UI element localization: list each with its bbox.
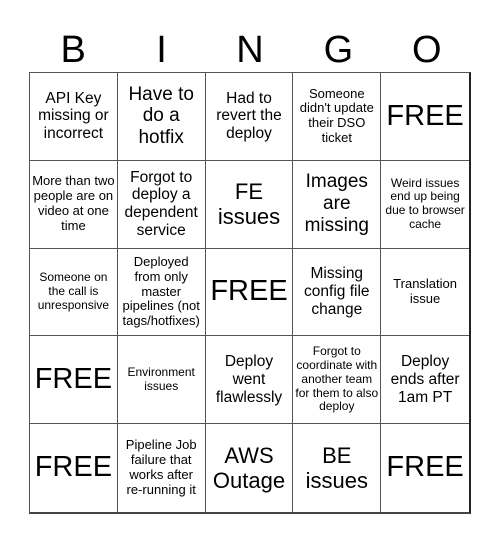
bingo-cell-text: AWS Outage [212, 442, 286, 494]
bingo-cell-text: BE issues [305, 442, 368, 494]
bingo-cell-text: Pipeline Job failure that works after re… [125, 437, 197, 498]
bingo-cell-text: API Key missing or incorrect [38, 89, 109, 143]
bingo-cell-text: Forgot to deploy a dependent service [124, 168, 198, 239]
bingo-cell[interactable]: Missing config file change [293, 248, 382, 337]
bingo-cell[interactable]: Environment issues [117, 336, 206, 425]
bingo-cell[interactable]: Someone didn't update their DSO ticket [293, 73, 382, 161]
bingo-cell-text: FREE [210, 275, 288, 308]
bingo-cell[interactable]: Had to revert the deploy [205, 73, 294, 161]
bingo-cell[interactable]: API Key missing or incorrect [30, 73, 118, 161]
bingo-cell-text: FE issues [217, 178, 281, 230]
bingo-cell-text: FREE [34, 451, 113, 484]
bingo-cell-text: Someone didn't update their DSO ticket [299, 85, 374, 146]
bingo-cell-free[interactable]: FREE [30, 336, 118, 425]
bingo-cell-free[interactable]: FREE [381, 424, 469, 512]
bingo-header: B I N G O [29, 28, 471, 72]
bingo-cell-text: Translation issue [393, 276, 457, 306]
bingo-cell[interactable]: Pipeline Job failure that works after re… [118, 424, 206, 512]
header-letter-i: I [156, 29, 167, 71]
bingo-cell-text: Deploy went flawlessly [215, 353, 283, 406]
bingo-cell[interactable]: AWS Outage [206, 424, 294, 512]
bingo-cell-text: Had to revert the deploy [216, 89, 282, 143]
bingo-cell-text: FREE [34, 363, 113, 396]
bingo-cell-text: Missing config file change [304, 265, 370, 318]
bingo-cell-text: Forgot to coordinate with another team f… [295, 344, 379, 414]
bingo-cell[interactable]: More than two people are on video at one… [30, 160, 118, 249]
bingo-cell-text: Someone on the call is unresponsive [37, 270, 110, 312]
bingo-cell-free[interactable]: FREE [30, 424, 118, 512]
bingo-cell-text: FREE [386, 451, 464, 484]
bingo-cell-text: Weird issues end up being due to browser… [385, 175, 465, 231]
header-letter-o: O [411, 29, 442, 71]
bingo-grid: API Key missing or incorrect Have to do a… [29, 72, 471, 514]
bingo-cell[interactable]: Have to do a hotfix [117, 73, 206, 161]
bingo-cell[interactable]: BE issues [293, 424, 382, 512]
bingo-cell-text: Environment issues [127, 364, 195, 393]
bingo-cell[interactable]: FE issues [205, 160, 294, 249]
bingo-cell[interactable]: Images are missing [293, 160, 382, 249]
bingo-cell[interactable]: Forgot to coordinate with another team f… [293, 336, 382, 425]
bingo-cell[interactable]: Deployed from only master pipelines (not… [117, 248, 206, 337]
header-letter-b: B [60, 29, 86, 71]
bingo-cell[interactable]: Deploy ends after 1am PT [381, 336, 469, 425]
bingo-cell[interactable]: Translation issue [381, 249, 469, 337]
bingo-cell[interactable]: Deploy went flawlessly [205, 336, 294, 425]
header-letter-n: N [236, 29, 264, 71]
bingo-cell-text: Images are missing [304, 171, 369, 237]
bingo-cell-text: Deploy ends after 1am PT [390, 353, 460, 406]
bingo-cell[interactable]: Someone on the call is unresponsive [30, 248, 118, 337]
bingo-cell-text: Have to do a hotfix [128, 83, 194, 149]
bingo-cell-free[interactable]: FREE [381, 73, 469, 161]
bingo-cell[interactable]: Weird issues end up being due to browser… [381, 161, 469, 249]
bingo-cell-free[interactable]: FREE [205, 248, 294, 337]
bingo-cell-text: FREE [386, 99, 464, 132]
bingo-cell-text: Deployed from only master pipelines (not… [122, 253, 200, 329]
header-letter-g: G [323, 29, 354, 71]
bingo-cell[interactable]: Forgot to deploy a dependent service [117, 160, 206, 249]
bingo-cell-text: More than two people are on video at one… [32, 173, 115, 234]
